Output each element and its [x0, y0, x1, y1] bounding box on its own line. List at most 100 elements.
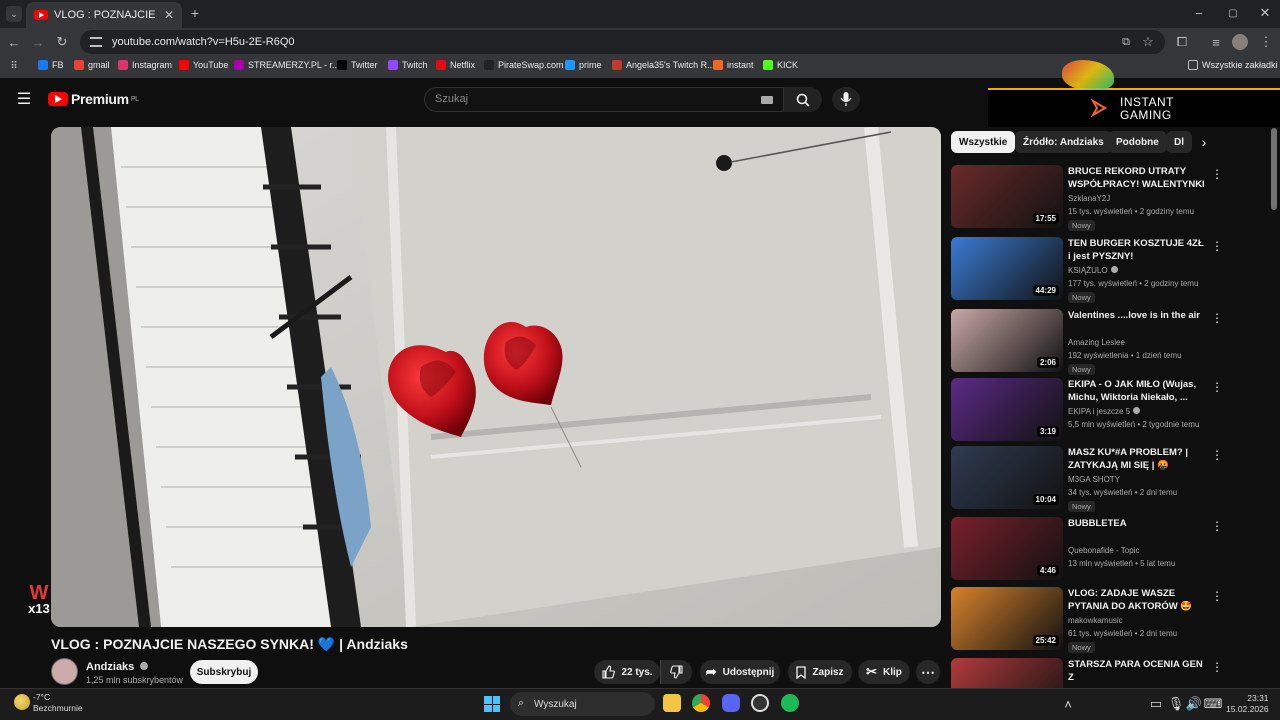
- video-thumbnail[interactable]: 3:19: [951, 378, 1063, 441]
- channel-name[interactable]: EKIPA i jeszcze 5: [1068, 407, 1141, 416]
- address-bar[interactable]: youtube.com/watch?v=H5u-2E-R6Q0: [80, 30, 1165, 54]
- more-actions-button[interactable]: ⋯: [916, 660, 940, 684]
- reload-icon[interactable]: ↻: [54, 34, 70, 50]
- system-clock[interactable]: 23:31 15.02.2026: [1226, 693, 1269, 715]
- channel-name[interactable]: SzklanaY2J: [1068, 194, 1110, 203]
- bookmark-item[interactable]: prime: [565, 60, 602, 70]
- bookmark-item[interactable]: instant: [713, 60, 754, 70]
- video-thumbnail[interactable]: 44:29: [951, 237, 1063, 300]
- bookmark-item[interactable]: gmail: [74, 60, 110, 70]
- bookmark-star-icon[interactable]: ☆: [1140, 34, 1156, 50]
- bookmark-item[interactable]: KICK: [763, 60, 798, 70]
- more-options-icon[interactable]: ⋮: [1211, 660, 1223, 674]
- more-options-icon[interactable]: ⋮: [1211, 589, 1223, 603]
- more-options-icon[interactable]: ⋮: [1211, 519, 1223, 533]
- minimize-icon[interactable]: −: [1192, 6, 1206, 21]
- video-thumbnail[interactable]: 10:04: [951, 446, 1063, 509]
- channel-name[interactable]: Amazing Leslee: [1068, 338, 1125, 347]
- more-options-icon[interactable]: ⋮: [1211, 448, 1223, 462]
- bookmark-item[interactable]: Netflix: [436, 60, 475, 70]
- bookmark-item[interactable]: YouTube: [179, 60, 228, 70]
- video-thumbnail[interactable]: [951, 658, 1063, 688]
- chips-next-arrow-icon[interactable]: ›: [1196, 134, 1212, 150]
- search-input[interactable]: Szukaj: [424, 87, 784, 112]
- hamburger-menu-icon[interactable]: ☰: [16, 91, 32, 108]
- taskbar-search[interactable]: ⌕ Wyszukaj: [510, 692, 655, 716]
- save-button[interactable]: Zapisz: [788, 660, 852, 684]
- sidebar-scrollbar[interactable]: [1271, 128, 1277, 210]
- apps-icon[interactable]: ⠿: [8, 60, 20, 72]
- instant-gaming-ad[interactable]: INSTANT GAMING: [988, 88, 1280, 127]
- filter-chip[interactable]: Podobne: [1108, 131, 1167, 153]
- bookmark-item[interactable]: FB: [38, 60, 64, 70]
- all-bookmarks[interactable]: Wszystkie zakładki: [1188, 60, 1278, 70]
- channel-avatar[interactable]: [51, 658, 78, 685]
- back-icon[interactable]: ←: [6, 34, 22, 50]
- network-icon[interactable]: ▭: [1150, 696, 1162, 711]
- browser-tab[interactable]: VLOG : POZNAJCIE NASZEGO S ✕: [26, 2, 182, 28]
- browser-menu-icon[interactable]: ⋮: [1258, 34, 1274, 50]
- like-button[interactable]: 22 tys.: [594, 660, 660, 684]
- video-thumbnail[interactable]: 2:06: [951, 309, 1063, 372]
- subscribe-button[interactable]: Subskrybuj: [190, 660, 258, 684]
- obs-icon[interactable]: [751, 694, 769, 712]
- dislike-button[interactable]: [660, 660, 692, 684]
- filter-chip[interactable]: Źródło: Andziaks: [1015, 131, 1112, 153]
- channel-name[interactable]: Andziaks: [86, 661, 149, 673]
- volume-icon[interactable]: 🔊: [1186, 696, 1202, 711]
- filter-chip[interactable]: Dl: [1166, 131, 1192, 153]
- language-icon[interactable]: ⌨: [1204, 696, 1223, 711]
- recommended-video[interactable]: 25:42 VLOG: ZADAJE WASZE PYTANIA DO AKTOR…: [951, 587, 1271, 653]
- more-options-icon[interactable]: ⋮: [1211, 311, 1223, 325]
- discord-icon[interactable]: [722, 694, 740, 712]
- youtube-premium-logo[interactable]: Premium PL: [48, 91, 139, 107]
- spotify-icon[interactable]: [781, 694, 799, 712]
- video-title[interactable]: Valentines ....love is in the air: [1068, 309, 1208, 322]
- keyboard-icon[interactable]: [761, 96, 773, 104]
- site-info-icon[interactable]: [90, 37, 102, 47]
- clip-button[interactable]: ✂ Klip: [858, 660, 910, 684]
- tray-overflow-icon[interactable]: ˄: [1062, 697, 1074, 712]
- video-thumbnail[interactable]: 17:55: [951, 165, 1063, 228]
- more-options-icon[interactable]: ⋮: [1211, 239, 1223, 253]
- channel-name[interactable]: Quebonafide - Topic: [1068, 546, 1139, 555]
- bookmark-item[interactable]: Twitch: [388, 60, 428, 70]
- bookmark-item[interactable]: STREAMERZY.PL - r...: [234, 60, 340, 70]
- share-button[interactable]: ➦ Udostępnij: [700, 660, 780, 684]
- recommended-video[interactable]: 44:29 TEN BURGER KOSZTUJE 4ZŁ i jest PYSZ…: [951, 237, 1271, 303]
- voice-search-button[interactable]: [832, 87, 860, 112]
- close-tab-icon[interactable]: ✕: [164, 8, 174, 22]
- bookmark-item[interactable]: PirateSwap.com: [484, 60, 564, 70]
- video-title[interactable]: TEN BURGER KOSZTUJE 4ZŁ i jest PYSZNY!: [1068, 237, 1208, 263]
- recommended-video[interactable]: 3:19 EKIPA - O JAK MIŁO (Wujas, Michu, Wi…: [951, 378, 1271, 444]
- video-title[interactable]: STARSZA PARA OCENIA GEN Z: [1068, 658, 1208, 684]
- chrome-icon[interactable]: [692, 694, 710, 712]
- bookmark-item[interactable]: Angela35's Twitch R...: [612, 60, 715, 70]
- restore-icon[interactable]: ▢: [1226, 6, 1240, 20]
- video-title[interactable]: VLOG: ZADAJE WASZE PYTANIA DO AKTORÓW 🤩: [1068, 587, 1208, 613]
- more-options-icon[interactable]: ⋮: [1211, 380, 1223, 394]
- weather-widget[interactable]: -7°C Bezchmurnie: [33, 692, 83, 714]
- file-explorer-icon[interactable]: [663, 694, 681, 712]
- recommended-video[interactable]: 2:06 Valentines ....love is in the air Ama…: [951, 309, 1271, 375]
- video-title[interactable]: BRUCE REKORD UTRATY WSPÓŁPRACY! WALENTYN…: [1068, 165, 1208, 191]
- windows-start-icon[interactable]: [484, 696, 500, 712]
- recommended-video[interactable]: 4:46 BUBBLETEA Quebonafide - Topic 13 mln w…: [951, 517, 1271, 583]
- tab-search-icon[interactable]: ⌄: [6, 6, 22, 22]
- video-player[interactable]: [51, 127, 941, 627]
- channel-name[interactable]: M3GA SHOTY: [1068, 475, 1120, 484]
- channel-name[interactable]: makowkamusic: [1068, 616, 1123, 625]
- search-button[interactable]: [784, 87, 822, 112]
- video-title[interactable]: MASZ KU*#A PROBLEM? | ZATYKAJĄ MI SIĘ | …: [1068, 446, 1208, 472]
- bookmark-item[interactable]: Instagram: [118, 60, 172, 70]
- extensions-icon[interactable]: ⧠: [1174, 34, 1190, 50]
- video-title[interactable]: EKIPA - O JAK MIŁO (Wujas, Michu, Wiktor…: [1068, 378, 1208, 404]
- more-options-icon[interactable]: ⋮: [1211, 167, 1223, 181]
- recommended-video[interactable]: 10:04 MASZ KU*#A PROBLEM? | ZATYKAJĄ MI S…: [951, 446, 1271, 512]
- channel-watermark[interactable]: W x13: [26, 583, 52, 621]
- cast-icon[interactable]: ⧉: [1118, 34, 1134, 50]
- close-window-icon[interactable]: ✕: [1258, 5, 1272, 20]
- forward-icon[interactable]: →: [30, 34, 46, 50]
- new-tab-icon[interactable]: +: [188, 5, 202, 21]
- reading-list-icon[interactable]: ≡: [1208, 34, 1224, 50]
